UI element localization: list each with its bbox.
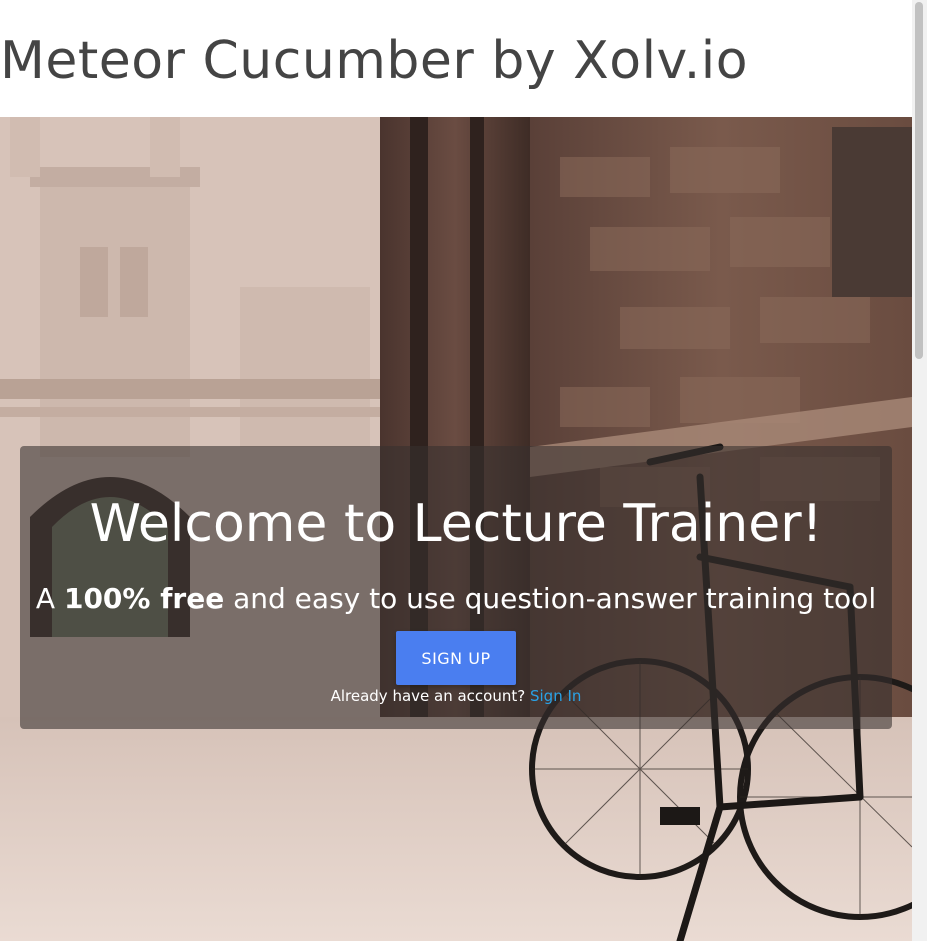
tagline-suffix: and easy to use question-answer training…	[224, 582, 877, 615]
tagline: A 100% free and easy to use question-ans…	[20, 581, 892, 617]
sign-in-prompt: Already have an account? Sign In	[20, 686, 892, 706]
sign-in-link[interactable]: Sign In	[530, 687, 581, 705]
tagline-emphasis: 100% free	[63, 582, 225, 615]
scrollbar-thumb[interactable]	[915, 2, 923, 359]
sign-up-button[interactable]: SIGN UP	[396, 631, 516, 685]
vertical-scrollbar[interactable]	[912, 0, 927, 941]
welcome-heading: Welcome to Lecture Trainer!	[89, 494, 823, 554]
account-prompt-text: Already have an account?	[330, 687, 530, 705]
page: Meteor Cucumber by Xolv.io Welcome to Le…	[0, 0, 927, 941]
page-title: Meteor Cucumber by Xolv.io	[0, 31, 749, 91]
hero-section: Welcome to Lecture Trainer! A 100% free …	[0, 117, 912, 941]
welcome-panel: Welcome to Lecture Trainer! A 100% free …	[20, 446, 892, 729]
tagline-prefix: A	[35, 582, 64, 615]
